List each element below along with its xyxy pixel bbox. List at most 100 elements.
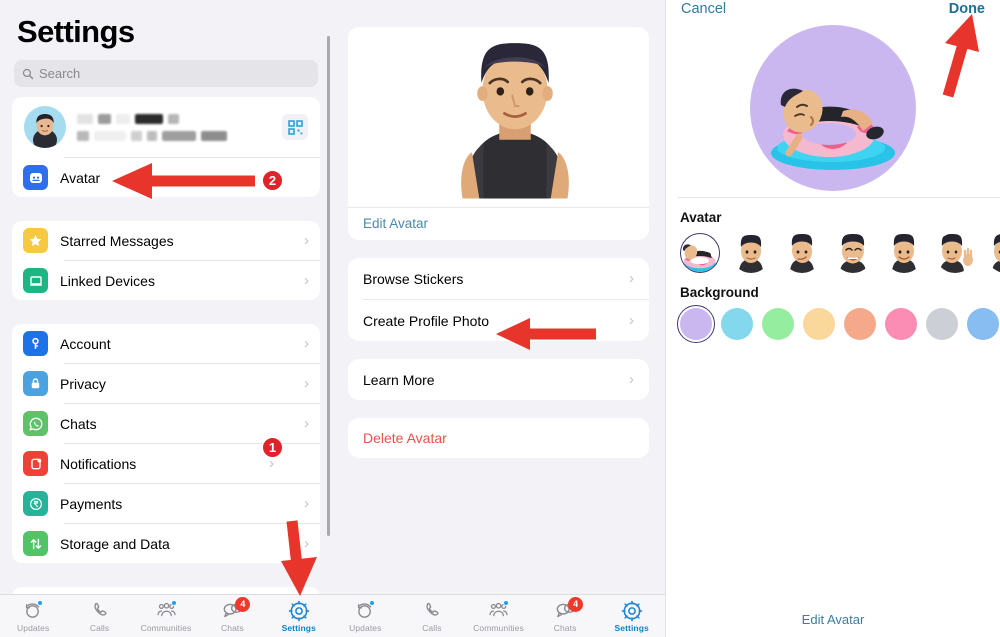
edit-avatar-footer-link[interactable]: Edit Avatar xyxy=(802,612,865,627)
updates-icon xyxy=(354,599,376,622)
avatar-pose-wave[interactable] xyxy=(935,233,975,273)
communities-icon xyxy=(154,599,178,622)
sidebar-item-label: Privacy xyxy=(60,375,106,392)
create-profile-photo-row[interactable]: Create Profile Photo › xyxy=(348,300,649,341)
annotation-marker-1: 1 xyxy=(262,437,283,458)
background-swatch-1[interactable] xyxy=(721,308,753,340)
gear-icon xyxy=(621,600,643,622)
avatar-pose-strip[interactable] xyxy=(666,233,1000,273)
search-container: Search xyxy=(0,56,332,97)
notification-dot xyxy=(369,599,376,606)
tab-settings[interactable]: Settings xyxy=(267,600,331,633)
avatar-pose-smirk[interactable] xyxy=(782,233,822,273)
avatar-preview-card: Edit Avatar xyxy=(348,27,649,240)
background-section-label: Background xyxy=(680,285,759,300)
laptop-icon xyxy=(23,268,48,293)
avatar-pose-laughing[interactable] xyxy=(833,233,873,273)
sidebar-item-label: Payments xyxy=(60,495,123,512)
settings-sidebar: Settings Search Avatar Starred Messages … xyxy=(0,0,332,637)
sidebar-item-help[interactable]: Help › xyxy=(12,587,320,594)
tab-updates[interactable]: Updates xyxy=(1,599,65,633)
avatar-pose-floating-ring[interactable] xyxy=(680,233,720,273)
background-swatch-2[interactable] xyxy=(762,308,794,340)
tab-label: Updates xyxy=(349,622,382,633)
done-button[interactable]: Done xyxy=(949,1,985,17)
panel-action-bar: Cancel Done xyxy=(666,0,1000,20)
chevron-right-icon: › xyxy=(304,272,309,289)
sidebar-item-storage-and-data[interactable]: Storage and Data › xyxy=(12,524,320,563)
tab-label: Chats xyxy=(553,622,577,633)
notification-dot xyxy=(170,599,177,606)
tab-chats[interactable]: 4 Chats xyxy=(200,596,264,633)
tab-chats[interactable]: 4 Chats xyxy=(533,596,597,633)
tab-label: Communities xyxy=(140,622,192,633)
key-icon xyxy=(23,331,48,356)
avatar[interactable] xyxy=(24,106,66,148)
tab-label: Communities xyxy=(473,622,524,633)
tab-settings[interactable]: Settings xyxy=(600,600,664,633)
gear-icon xyxy=(288,600,310,622)
background-swatch-3[interactable] xyxy=(803,308,835,340)
background-swatch-0[interactable] xyxy=(677,305,715,343)
browse-stickers-row[interactable]: Browse Stickers › xyxy=(348,258,649,299)
sidebar-item-account[interactable]: Account › xyxy=(12,324,320,363)
tab-communities[interactable]: Communities xyxy=(134,599,198,633)
sidebar-item-privacy[interactable]: Privacy › xyxy=(12,364,320,403)
edit-avatar-link[interactable]: Edit Avatar xyxy=(348,207,649,240)
app-window: Settings Search Avatar Starred Messages … xyxy=(0,0,1000,637)
tab-label: Chats xyxy=(221,622,244,633)
tab-label: Settings xyxy=(281,622,316,633)
chevron-right-icon: › xyxy=(304,535,309,552)
profile-name-redacted xyxy=(77,113,271,141)
panel-footer: Edit Avatar xyxy=(666,611,1000,629)
row-label: Delete Avatar xyxy=(363,430,447,446)
background-color-strip[interactable] xyxy=(666,305,1000,343)
create-profile-photo-panel: Cancel Done Avatar Background Edit Avata… xyxy=(666,0,1000,637)
learn-more-row[interactable]: Learn More › xyxy=(348,359,649,400)
tab-calls[interactable]: Calls xyxy=(68,600,132,633)
sidebar-scroll-area: Settings Search Avatar Starred Messages … xyxy=(0,0,332,594)
tab-updates[interactable]: Updates xyxy=(333,599,397,633)
delete-avatar-row[interactable]: Delete Avatar xyxy=(348,418,649,458)
tab-calls[interactable]: Calls xyxy=(400,600,464,633)
updates-icon xyxy=(22,599,44,622)
tab-communities[interactable]: Communities xyxy=(466,599,530,633)
sidebar-item-starred-messages[interactable]: Starred Messages › xyxy=(12,221,320,260)
cancel-button[interactable]: Cancel xyxy=(681,1,726,17)
page-title: Settings xyxy=(17,14,135,49)
avatar-icon xyxy=(23,165,48,190)
qr-code-icon[interactable] xyxy=(282,114,308,140)
chats-icon: 4 xyxy=(220,596,251,622)
background-swatch-6[interactable] xyxy=(926,308,958,340)
tab-label: Settings xyxy=(614,622,649,633)
star-icon xyxy=(23,228,48,253)
rupee-icon xyxy=(23,491,48,516)
background-swatch-7[interactable] xyxy=(967,308,999,340)
middle-tab-bar: Updates Calls Communities 4 Chats Settin… xyxy=(332,594,665,637)
chats-unread-badge: 4 xyxy=(235,596,251,612)
search-input[interactable]: Search xyxy=(14,60,318,87)
profile-row[interactable] xyxy=(12,97,320,157)
sidebar-item-payments[interactable]: Payments › xyxy=(12,484,320,523)
avatar-pose-neutral[interactable] xyxy=(731,233,771,273)
avatar-pose-drink[interactable] xyxy=(986,233,1000,273)
sidebar-scrollbar[interactable] xyxy=(326,36,330,536)
avatar-pose-smile[interactable] xyxy=(884,233,924,273)
row-label: Browse Stickers xyxy=(363,270,464,287)
background-swatch-4[interactable] xyxy=(844,308,876,340)
tab-label: Calls xyxy=(89,622,110,633)
tab-label: Updates xyxy=(17,622,50,633)
learn-more-card: Learn More › xyxy=(348,359,649,400)
tab-label: Calls xyxy=(422,622,442,633)
avatar-options-card: Browse Stickers › Create Profile Photo › xyxy=(348,258,649,341)
search-icon xyxy=(22,68,34,79)
lock-icon xyxy=(23,371,48,396)
sidebar-item-linked-devices[interactable]: Linked Devices › xyxy=(12,261,320,300)
row-label: Learn More xyxy=(363,371,435,388)
chevron-right-icon: › xyxy=(629,312,634,329)
arrows-updown-icon xyxy=(23,531,48,556)
background-swatch-5[interactable] xyxy=(885,308,917,340)
sidebar-tab-bar: Updates Calls Communities 4 Chats Settin… xyxy=(0,594,332,637)
